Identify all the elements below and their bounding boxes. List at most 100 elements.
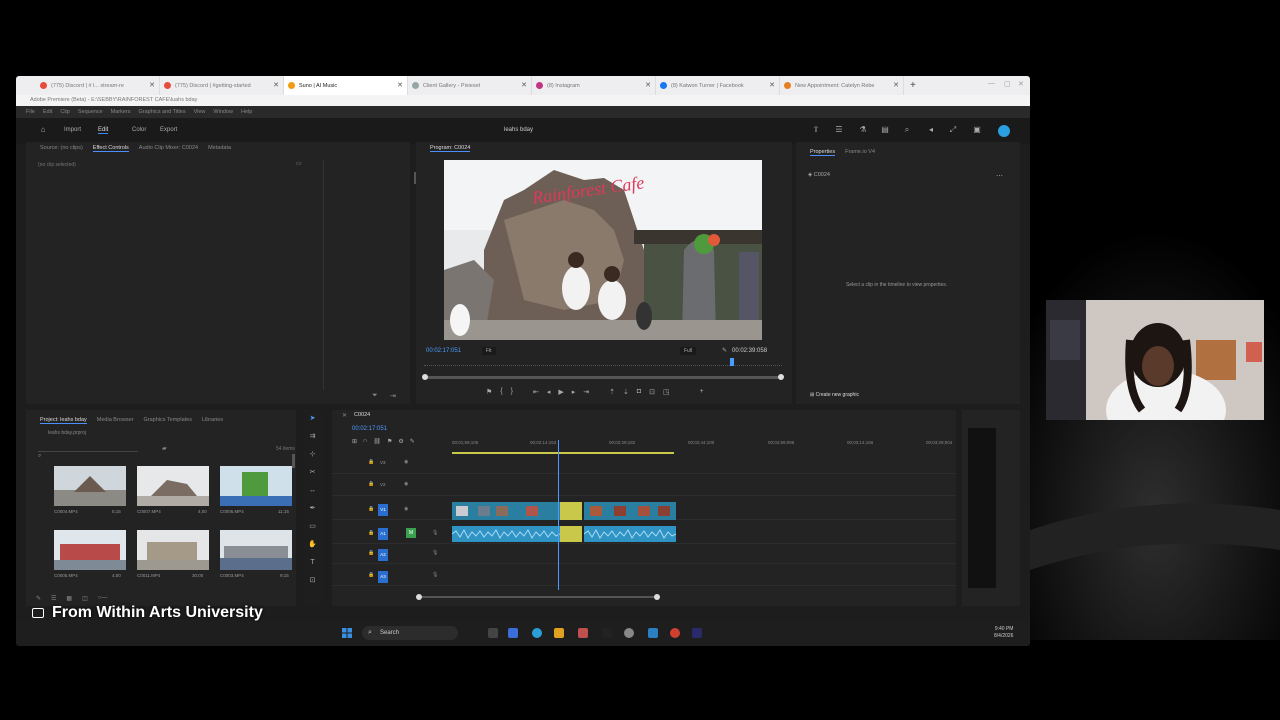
avatar[interactable]: [998, 125, 1010, 137]
file-explorer-icon[interactable]: [554, 628, 564, 638]
add-button-icon[interactable]: +: [700, 388, 704, 396]
tab-project[interactable]: Project: leahs bday: [40, 417, 87, 424]
close-icon[interactable]: ✕: [521, 81, 527, 89]
hand-icon[interactable]: ✋: [308, 540, 317, 549]
windows-start-icon[interactable]: [342, 628, 352, 638]
export-tab[interactable]: Export: [160, 127, 177, 133]
home-icon[interactable]: ⌂: [38, 125, 48, 135]
icon-view-icon[interactable]: ▦: [66, 595, 72, 602]
media-thumbnail[interactable]: [220, 466, 292, 506]
list-view-icon[interactable]: ☰: [51, 595, 56, 602]
lock-icon[interactable]: 🔒: [368, 506, 374, 512]
new-tab-button[interactable]: +: [910, 80, 916, 91]
menu-help[interactable]: Help: [241, 109, 252, 115]
zoom-slider-icon[interactable]: ○—: [98, 595, 108, 601]
close-window-icon[interactable]: ✕: [1018, 80, 1024, 88]
menu-markers[interactable]: Markers: [111, 109, 131, 115]
tab-libraries[interactable]: Libraries: [202, 417, 223, 423]
track-a2[interactable]: A2 🔒 🎙: [332, 546, 956, 564]
track-v2[interactable]: 🔒 V2 ◉: [332, 478, 956, 496]
export-frame-icon[interactable]: ⇥: [390, 392, 396, 400]
play-icon[interactable]: ▶: [558, 388, 563, 396]
zoom-select[interactable]: Fit: [482, 347, 496, 355]
freeform-view-icon[interactable]: ◫: [82, 595, 88, 602]
go-to-in-icon[interactable]: ⇤: [533, 388, 539, 396]
marker-icon[interactable]: ⚑: [486, 388, 492, 396]
comparison-icon[interactable]: ⊡: [649, 388, 655, 396]
wrench-icon[interactable]: ✎: [410, 438, 415, 445]
browser-tab-active[interactable]: Suno | AI Music ✕: [284, 76, 408, 95]
panel-menu-icon[interactable]: ☰: [834, 125, 844, 135]
work-area-bar[interactable]: [452, 452, 674, 454]
track-name[interactable]: A2: [378, 549, 388, 561]
scroll-handle-left[interactable]: [422, 374, 428, 380]
pencil-icon[interactable]: ✎: [36, 595, 41, 602]
taskbar-search[interactable]: ⌕ Search: [362, 626, 458, 640]
mic-icon[interactable]: 🎙: [432, 530, 438, 536]
video-clip[interactable]: [452, 502, 560, 520]
project-search-input[interactable]: ⌕: [38, 444, 138, 459]
marker-icon[interactable]: ⚑: [387, 438, 392, 445]
settings-icon[interactable]: [624, 628, 634, 638]
sequence-tab[interactable]: C0024: [354, 412, 370, 418]
media-icon[interactable]: [670, 628, 680, 638]
menu-window[interactable]: Window: [213, 109, 233, 115]
scroll-handle-right[interactable]: [654, 594, 660, 600]
menu-graphics[interactable]: Graphics and Titles: [139, 109, 186, 115]
track-name[interactable]: A1: [378, 528, 388, 540]
playhead-marker[interactable]: [730, 358, 734, 366]
lock-icon[interactable]: 🔒: [368, 459, 374, 465]
browser-tab[interactable]: (8) Instagram ✕: [532, 76, 656, 95]
eye-icon[interactable]: ◉: [404, 481, 408, 487]
more-options-icon[interactable]: ⋯: [996, 172, 1003, 180]
teams-icon[interactable]: [508, 628, 518, 638]
system-clock[interactable]: 9:40 PM 8/4/2026: [994, 626, 1013, 640]
playhead[interactable]: [558, 440, 559, 590]
tab-program[interactable]: Program: C0024: [430, 145, 471, 152]
tab-source[interactable]: Source: (no clips): [40, 145, 83, 151]
mute-icon[interactable]: M: [406, 528, 416, 538]
edge-icon[interactable]: [532, 628, 542, 638]
selection-tool-icon[interactable]: ➤: [308, 414, 317, 423]
video-clip[interactable]: [584, 502, 676, 520]
scroll-handle-left[interactable]: [416, 594, 422, 600]
audio-clip-selected[interactable]: [560, 526, 582, 542]
tab-metadata[interactable]: Metadata: [208, 145, 231, 151]
tab-media-browser[interactable]: Media Browser: [97, 417, 134, 423]
slip-icon[interactable]: ↔: [308, 486, 317, 495]
audio-clip[interactable]: [451, 526, 561, 542]
menu-file[interactable]: File: [26, 109, 35, 115]
tab-graphics-templates[interactable]: Graphics Templates: [143, 417, 192, 423]
browser-tab[interactable]: New Appointment: Catelyn Rebe ✕: [780, 76, 904, 95]
browser-tab[interactable]: Client Gallery - Pixieset ✕: [408, 76, 532, 95]
settings-icon[interactable]: ⚙: [398, 438, 403, 445]
tab-audio-clip-mixer[interactable]: Audio Clip Mixer: C0024: [139, 145, 198, 151]
menu-edit[interactable]: Edit: [43, 109, 52, 115]
audio-icon[interactable]: ◂: [926, 125, 936, 135]
snap-icon[interactable]: ∩: [363, 438, 367, 445]
generative-icon[interactable]: ⊡: [308, 576, 317, 585]
track-v3[interactable]: 🔒 V3 ◉: [332, 456, 956, 474]
browser-tab[interactable]: (775) Discord | #getting-started ✕: [160, 76, 284, 95]
mic-icon[interactable]: 🎙: [432, 550, 438, 556]
eye-icon[interactable]: ◉: [404, 506, 408, 512]
panel-expand-icon[interactable]: ▭: [296, 160, 302, 167]
lock-icon[interactable]: 🔒: [368, 481, 374, 487]
menu-clip[interactable]: Clip: [60, 109, 69, 115]
nest-icon[interactable]: ⊞: [352, 438, 357, 445]
video-clip-selected[interactable]: [560, 502, 582, 520]
timeline-timecode[interactable]: 00:02:17:051: [352, 426, 387, 432]
media-thumbnail[interactable]: [54, 466, 126, 506]
zoom-scroll-bar[interactable]: [422, 374, 784, 380]
tab-properties[interactable]: Properties: [810, 149, 836, 156]
close-icon[interactable]: ✕: [769, 81, 775, 89]
playhead-timecode[interactable]: 00:02:17:051: [426, 348, 461, 354]
resolution-select[interactable]: Full: [680, 347, 697, 355]
in-point-icon[interactable]: {: [500, 388, 502, 396]
scroll-handle-right[interactable]: [778, 374, 784, 380]
close-icon[interactable]: ✕: [342, 412, 347, 419]
track-a3[interactable]: A3 🔒 🎙: [332, 568, 956, 586]
audio-clip[interactable]: [583, 526, 677, 542]
camera-icon[interactable]: ◘: [637, 388, 641, 396]
vr-icon[interactable]: ◳: [663, 388, 670, 396]
